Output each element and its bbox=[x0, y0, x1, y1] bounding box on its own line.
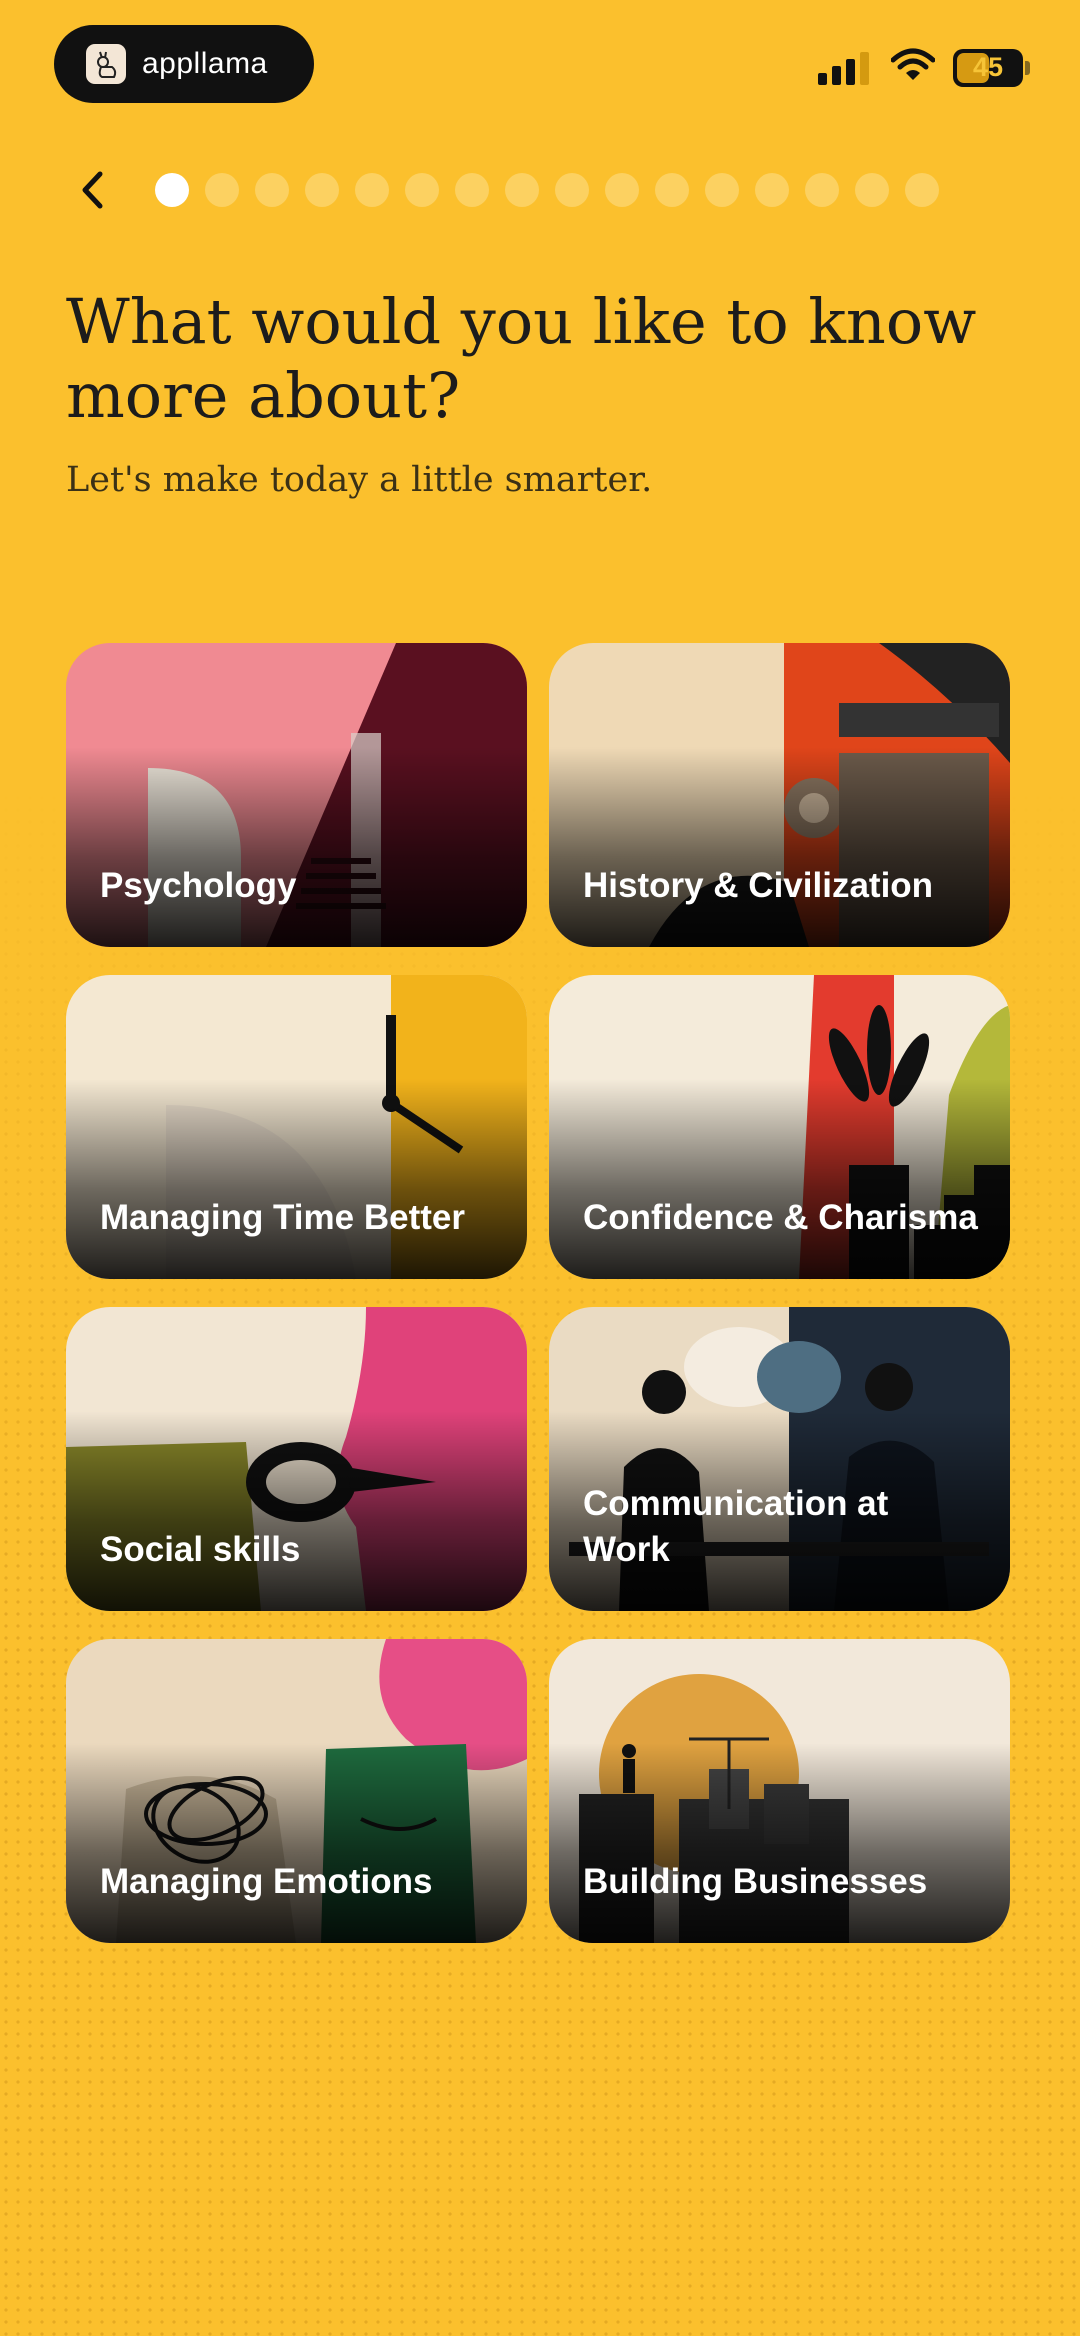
topic-label: Communication at Work bbox=[583, 1484, 889, 1569]
progress-dot bbox=[755, 173, 789, 207]
topic-label: Psychology bbox=[100, 866, 297, 905]
page-subtitle: Let's make today a little smarter. bbox=[66, 460, 653, 500]
progress-dot bbox=[555, 173, 589, 207]
cellular-signal-icon bbox=[818, 51, 869, 85]
topic-label: Building Businesses bbox=[583, 1862, 928, 1901]
chevron-left-icon bbox=[82, 171, 103, 209]
app-badge: appllama bbox=[54, 25, 314, 103]
topic-card-confidence[interactable]: Confidence & Charisma bbox=[549, 975, 1010, 1279]
llama-logo-icon bbox=[86, 44, 126, 84]
progress-dot bbox=[655, 173, 689, 207]
progress-dot bbox=[805, 173, 839, 207]
back-button[interactable] bbox=[72, 168, 112, 212]
status-indicators: 45 bbox=[818, 48, 1030, 87]
wifi-icon bbox=[890, 48, 936, 87]
topic-card-building-businesses[interactable]: Building Businesses bbox=[549, 1639, 1010, 1943]
progress-dot bbox=[405, 173, 439, 207]
progress-dot bbox=[255, 173, 289, 207]
progress-dot bbox=[905, 173, 939, 207]
progress-dot-active bbox=[155, 173, 189, 207]
topic-card-managing-time[interactable]: Managing Time Better bbox=[66, 975, 527, 1279]
topic-label: Managing Time Better bbox=[100, 1198, 465, 1237]
topic-card-history[interactable]: History & Civilization bbox=[549, 643, 1010, 947]
topic-label: Confidence & Charisma bbox=[583, 1198, 978, 1237]
topic-card-managing-emotions[interactable]: Managing Emotions bbox=[66, 1639, 527, 1943]
progress-dot bbox=[605, 173, 639, 207]
app-name: appllama bbox=[142, 47, 268, 80]
progress-dot bbox=[355, 173, 389, 207]
progress-dot bbox=[705, 173, 739, 207]
topic-label: Managing Emotions bbox=[100, 1862, 433, 1901]
topic-card-communication[interactable]: Communication at Work bbox=[549, 1307, 1010, 1611]
battery-level: 45 bbox=[972, 52, 1004, 82]
progress-dot bbox=[855, 173, 889, 207]
topic-label: Social skills bbox=[100, 1530, 301, 1569]
topic-card-social-skills[interactable]: Social skills bbox=[66, 1307, 527, 1611]
progress-dot bbox=[205, 173, 239, 207]
topic-label: History & Civilization bbox=[583, 866, 934, 905]
progress-dot bbox=[505, 173, 539, 207]
page-title: What would you like to know more about? bbox=[66, 285, 977, 432]
topic-card-psychology[interactable]: Psychology bbox=[66, 643, 527, 947]
onboarding-progress bbox=[155, 173, 939, 207]
progress-dot bbox=[305, 173, 339, 207]
progress-dot bbox=[455, 173, 489, 207]
battery-icon: 45 bbox=[953, 48, 1023, 87]
